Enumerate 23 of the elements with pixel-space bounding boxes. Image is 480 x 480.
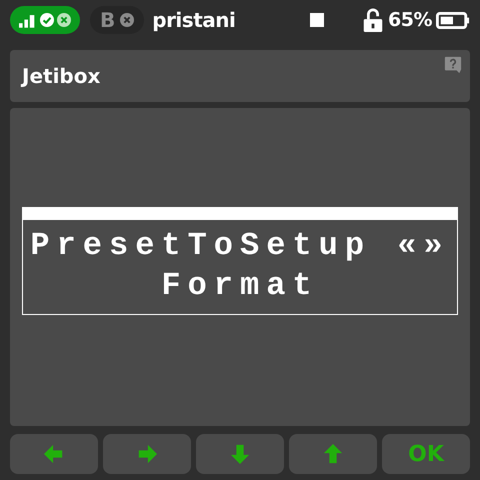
lock-icon: [362, 8, 384, 32]
left-arrow-icon: [44, 444, 64, 464]
battery-icon: [436, 12, 470, 28]
model-name: pristani: [152, 8, 236, 32]
page-title: Jetibox: [22, 64, 100, 88]
signal-icon: [19, 12, 37, 28]
stop-icon: [310, 13, 324, 27]
cross-circle-icon: [57, 13, 71, 27]
down-arrow-button[interactable]: [196, 434, 284, 474]
battery-percent: 65%: [388, 9, 432, 31]
ok-button[interactable]: OK: [382, 434, 470, 474]
right-arrow-button[interactable]: [103, 434, 191, 474]
down-arrow-icon: [230, 444, 250, 464]
display-line: Format: [161, 266, 319, 306]
check-circle-icon: [40, 13, 54, 27]
up-arrow-icon: [323, 444, 343, 464]
display-line: PresetToSetup «»: [30, 226, 450, 266]
right-arrow-icon: [137, 444, 157, 464]
up-arrow-button[interactable]: [289, 434, 377, 474]
left-arrow-button[interactable]: [10, 434, 98, 474]
cross-circle-icon: [120, 13, 134, 27]
help-icon[interactable]: [444, 56, 462, 74]
receiver-label: B: [100, 8, 116, 32]
